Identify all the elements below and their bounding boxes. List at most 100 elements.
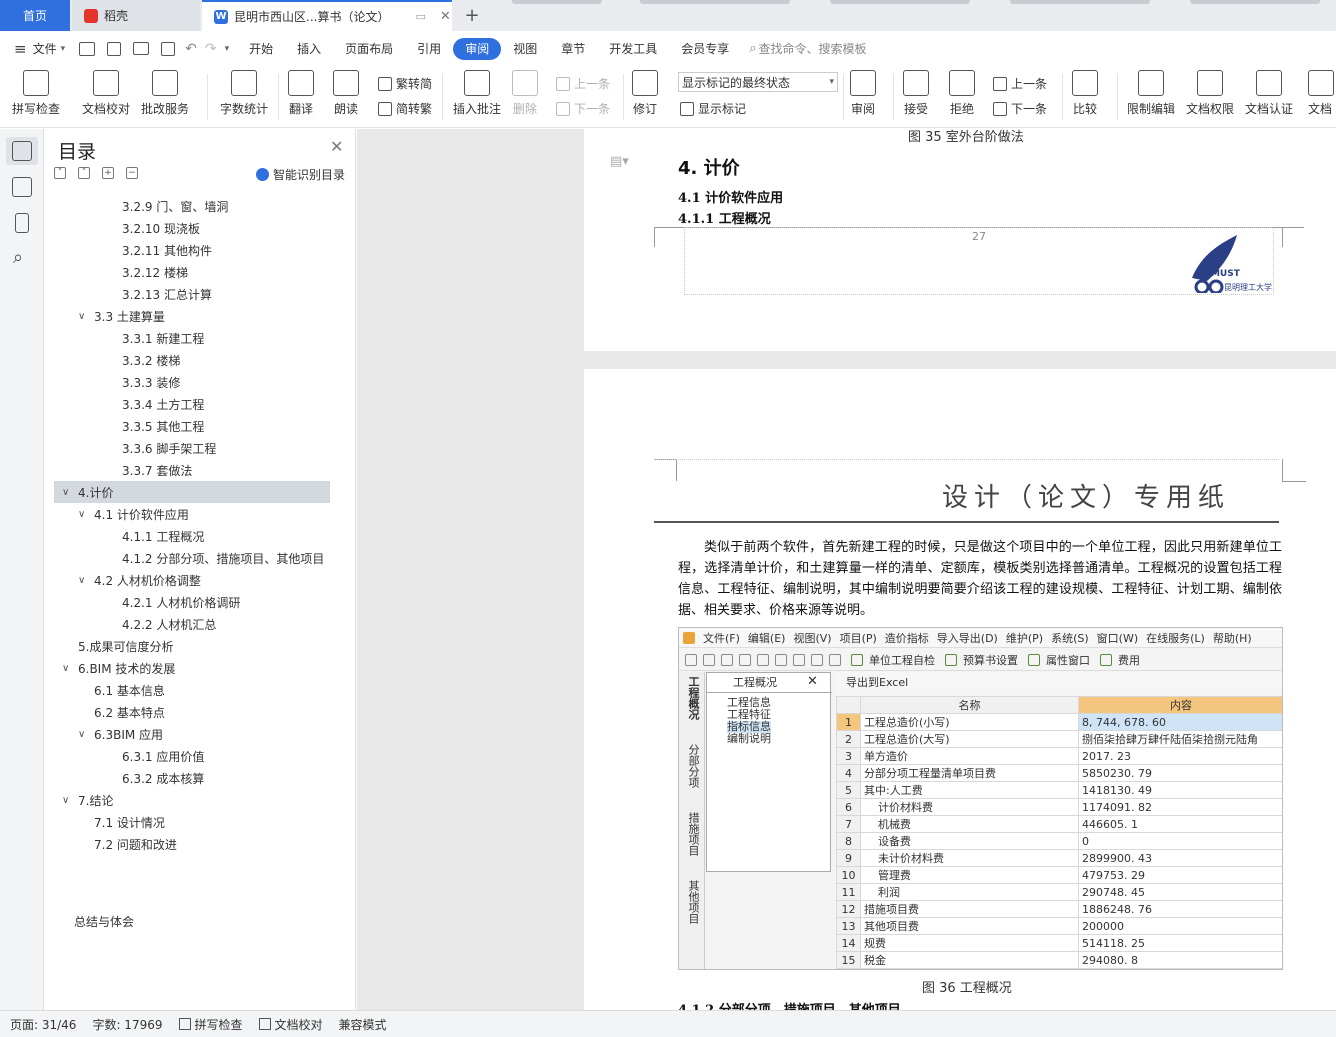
simp-to-trad-button[interactable]: 简转繁 [378, 100, 432, 117]
sw-cell-name[interactable]: 设备费 [860, 832, 1079, 850]
sw-cell-value[interactable]: 1418130. 49 [1078, 781, 1282, 799]
sw-cell-name[interactable]: 单方造价 [860, 747, 1079, 765]
find-icon[interactable]: ⌕ [13, 247, 23, 268]
toc-item[interactable]: ∨ 3.3 土建算量 [54, 305, 330, 327]
sw-side-tab[interactable]: 其他项目 [683, 880, 700, 924]
toc-item[interactable]: 3.2.10 现浇板 [54, 217, 330, 239]
toc-item[interactable]: 3.3.5 其他工程 [54, 415, 330, 437]
sw-tool-button[interactable]: 属性窗口 [1046, 652, 1090, 668]
hidden-tab[interactable] [640, 0, 790, 4]
toc-item[interactable]: 3.2.12 楼梯 [54, 261, 330, 283]
toc-item[interactable]: 3.3.1 新建工程 [54, 327, 330, 349]
page-indicator[interactable]: 页面: 31/46 [10, 1016, 76, 1033]
sw-side-tab[interactable]: 措施项目 [683, 812, 700, 856]
remove-heading-icon[interactable]: − [126, 167, 138, 179]
table-row[interactable]: 1 工程总造价(小写) 8, 744, 678. 60 [836, 713, 1282, 731]
hidden-tab[interactable] [1190, 0, 1320, 4]
sw-cell-value[interactable]: 捌佰柒拾肆万肆仟陆佰柒拾捌元陆角 [1078, 730, 1282, 748]
prev-change-button[interactable]: 上一条 [993, 75, 1047, 92]
toc-item[interactable]: 4.1.2 分部分项、措施项目、其他项目 [54, 547, 330, 569]
menu-dev-tools[interactable]: 开发工具 [597, 38, 669, 60]
sw-cell-value[interactable]: 446605. 1 [1078, 815, 1282, 833]
redo-icon[interactable]: ↷ [205, 41, 217, 57]
hamburger-icon[interactable]: ≡ [14, 40, 27, 58]
hidden-tab[interactable] [512, 0, 602, 4]
sw-menu-item[interactable]: 窗口(W) [1097, 630, 1138, 646]
close-icon[interactable]: ✕ [330, 137, 343, 156]
sw-cell-value[interactable]: 294080. 8 [1078, 951, 1282, 969]
sw-side-tab[interactable]: 工程概况 [683, 676, 700, 720]
toc-item[interactable]: ∨ 6.3BIM 应用 [54, 723, 330, 745]
toc-summary[interactable]: 总结与体会 [74, 913, 134, 930]
status-spell-check[interactable]: 拼写检查 [178, 1016, 243, 1033]
doc-rights-button[interactable]: 文档权限 [1186, 70, 1234, 117]
smart-toc-button[interactable]: 智能识别目录 [256, 166, 345, 183]
toc-item[interactable]: 6.3.2 成本核算 [54, 767, 330, 789]
sw-tool-icon[interactable] [829, 653, 841, 666]
chevron-down-icon[interactable]: ∨ [62, 663, 74, 674]
sw-cell-name[interactable]: 未计价材料费 [860, 849, 1079, 867]
translate-button[interactable]: 翻译 [288, 70, 314, 117]
toc-item[interactable]: 4.2.1 人材机价格调研 [54, 591, 330, 613]
toc-item[interactable]: 5.成果可信度分析 [54, 635, 330, 657]
print-preview-icon[interactable] [161, 41, 176, 56]
table-row[interactable]: 14 规费 514118. 25 [836, 934, 1282, 952]
sw-menu-item[interactable]: 文件(F) [703, 630, 740, 646]
chevron-down-icon[interactable]: ∨ [78, 509, 90, 520]
sw-cell-name[interactable]: 其他项目费 [860, 917, 1079, 935]
table-row[interactable]: 13 其他项目费 200000 [836, 917, 1282, 935]
toc-item[interactable]: 4.1.1 工程概况 [54, 525, 330, 547]
menu-review[interactable]: 审阅 [453, 37, 502, 60]
sw-cell-value[interactable]: 8, 744, 678. 60 [1078, 713, 1282, 731]
sw-cell-value[interactable]: 5850230. 79 [1078, 764, 1282, 782]
doc-cert-button[interactable]: 文档认证 [1245, 70, 1293, 117]
command-search-input[interactable]: 查找命令、搜索模板 [759, 40, 867, 57]
sw-cell-value[interactable]: 1174091. 82 [1078, 798, 1282, 816]
tab-home[interactable]: 首页 [0, 0, 70, 31]
toc-item[interactable]: 7.1 设计情况 [54, 811, 330, 833]
next-change-button[interactable]: 下一条 [993, 100, 1047, 117]
table-row[interactable]: 10 管理费 479753. 29 [836, 866, 1282, 884]
table-row[interactable]: 4 分部分项工程量清单项目费 5850230. 79 [836, 764, 1282, 782]
sw-side-tab[interactable]: 分部分项 [683, 744, 700, 788]
toc-item[interactable]: ∨ 4.2 人材机价格调整 [54, 569, 330, 591]
toc-panel-icon[interactable] [12, 141, 32, 161]
print-icon[interactable] [133, 42, 150, 55]
sw-col-content[interactable]: 内容 [1078, 696, 1282, 714]
sw-cell-value[interactable]: 2899900. 43 [1078, 849, 1282, 867]
sw-tool-icon[interactable] [793, 653, 805, 666]
sw-tool-icon[interactable] [685, 653, 697, 666]
tab-daoke[interactable]: 稻壳 [72, 0, 200, 31]
collapse-all-icon[interactable]: ˅ [54, 167, 66, 179]
toc-item[interactable]: 3.2.13 汇总计算 [54, 283, 330, 305]
toc-item[interactable]: ∨ 6.BIM 技术的发展 [54, 657, 330, 679]
sw-cell-name[interactable]: 税金 [860, 951, 1079, 969]
sw-menu-item[interactable]: 系统(S) [1051, 630, 1089, 646]
sw-cell-name[interactable]: 分部分项工程量清单项目费 [860, 764, 1079, 782]
doc-check-button[interactable]: 文档校对 [82, 70, 130, 117]
toc-item[interactable]: 3.3.7 套做法 [54, 459, 330, 481]
markup-state-select[interactable]: 显示标记的最终状态 ▾ [678, 72, 838, 92]
toc-item[interactable]: 6.1 基本信息 [54, 679, 330, 701]
insert-comment-button[interactable]: 插入批注 [453, 70, 501, 117]
toc-item[interactable]: 3.2.11 其他构件 [54, 239, 330, 261]
toc-item[interactable]: 3.3.4 土方工程 [54, 393, 330, 415]
show-markup-button[interactable]: 显示标记 [680, 100, 746, 117]
sw-cell-name[interactable]: 规费 [860, 934, 1079, 952]
hidden-tab[interactable] [830, 0, 970, 4]
chevron-down-icon[interactable]: ∨ [78, 575, 90, 586]
table-row[interactable]: 5 其中:人工费 1418130. 49 [836, 781, 1282, 799]
sw-cell-value[interactable]: 2017. 23 [1078, 747, 1282, 765]
toc-item[interactable]: 6.2 基本特点 [54, 701, 330, 723]
close-tab-icon[interactable]: ✕ [440, 9, 451, 24]
sw-menu-item[interactable]: 视图(V) [793, 630, 831, 646]
spell-check-button[interactable]: 拼写检查 [12, 70, 60, 117]
sw-menu-item[interactable]: 项目(P) [840, 630, 877, 646]
sw-menu-item[interactable]: 维护(P) [1006, 630, 1043, 646]
compare-button[interactable]: 比较 [1072, 70, 1098, 117]
sw-cell-value[interactable]: 200000 [1078, 917, 1282, 935]
sw-cell-value[interactable]: 0 [1078, 832, 1282, 850]
sw-tool-button[interactable]: 预算书设置 [963, 652, 1018, 668]
read-aloud-button[interactable]: 朗读 [333, 70, 359, 117]
status-doc-check[interactable]: 文档校对 [258, 1016, 323, 1033]
